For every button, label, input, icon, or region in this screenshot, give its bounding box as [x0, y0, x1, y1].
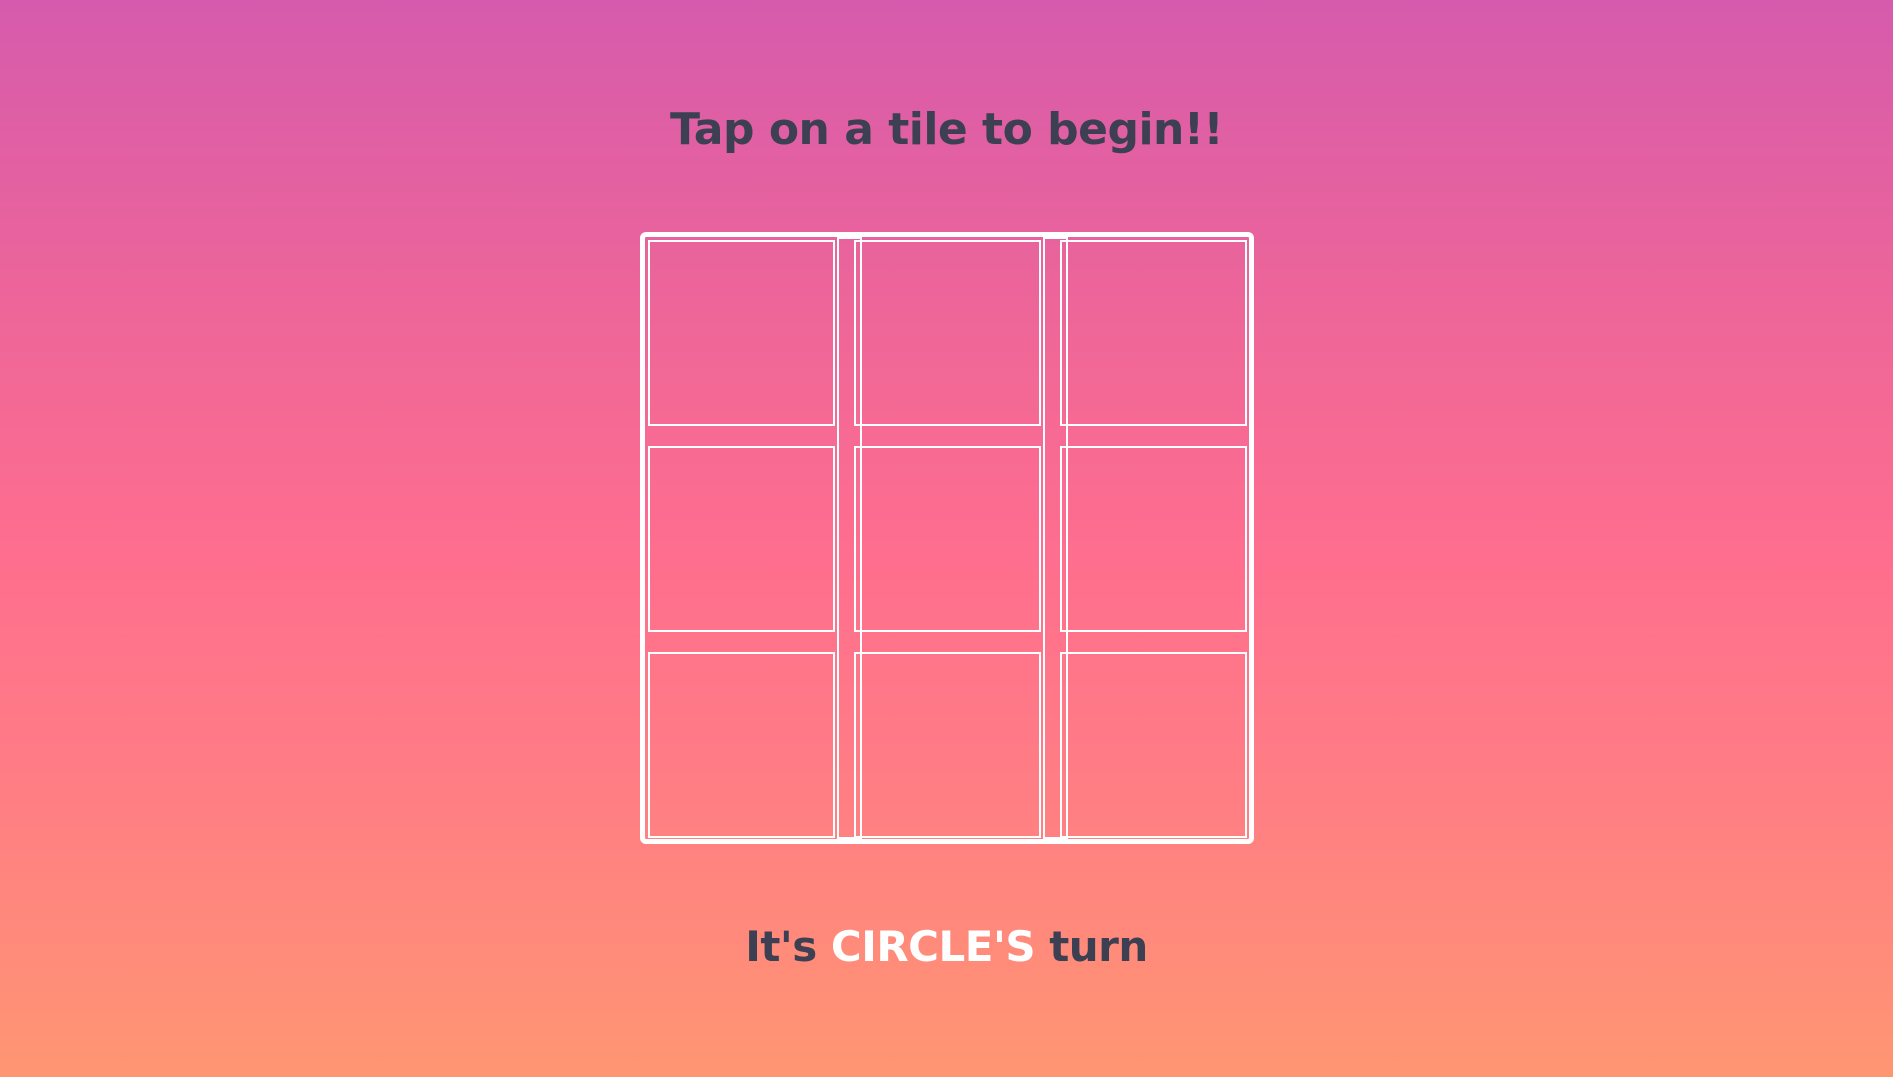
tile-8[interactable] — [854, 652, 1041, 838]
tile-6[interactable] — [1060, 446, 1247, 632]
tile-7[interactable] — [648, 652, 835, 838]
turn-status-prefix: It's — [745, 922, 831, 971]
tile-1[interactable] — [648, 240, 835, 426]
tile-2[interactable] — [854, 240, 1041, 426]
turn-status: It's CIRCLE'S turn — [0, 912, 1893, 982]
page-title: Tap on a tile to begin!! — [669, 104, 1224, 155]
current-player: CIRCLE'S — [830, 922, 1036, 971]
tile-3[interactable] — [1060, 240, 1247, 426]
tile-5[interactable] — [854, 446, 1041, 632]
tile-4[interactable] — [648, 446, 835, 632]
game-board — [640, 232, 1254, 844]
tile-9[interactable] — [1060, 652, 1247, 838]
turn-status-suffix: turn — [1035, 922, 1148, 971]
